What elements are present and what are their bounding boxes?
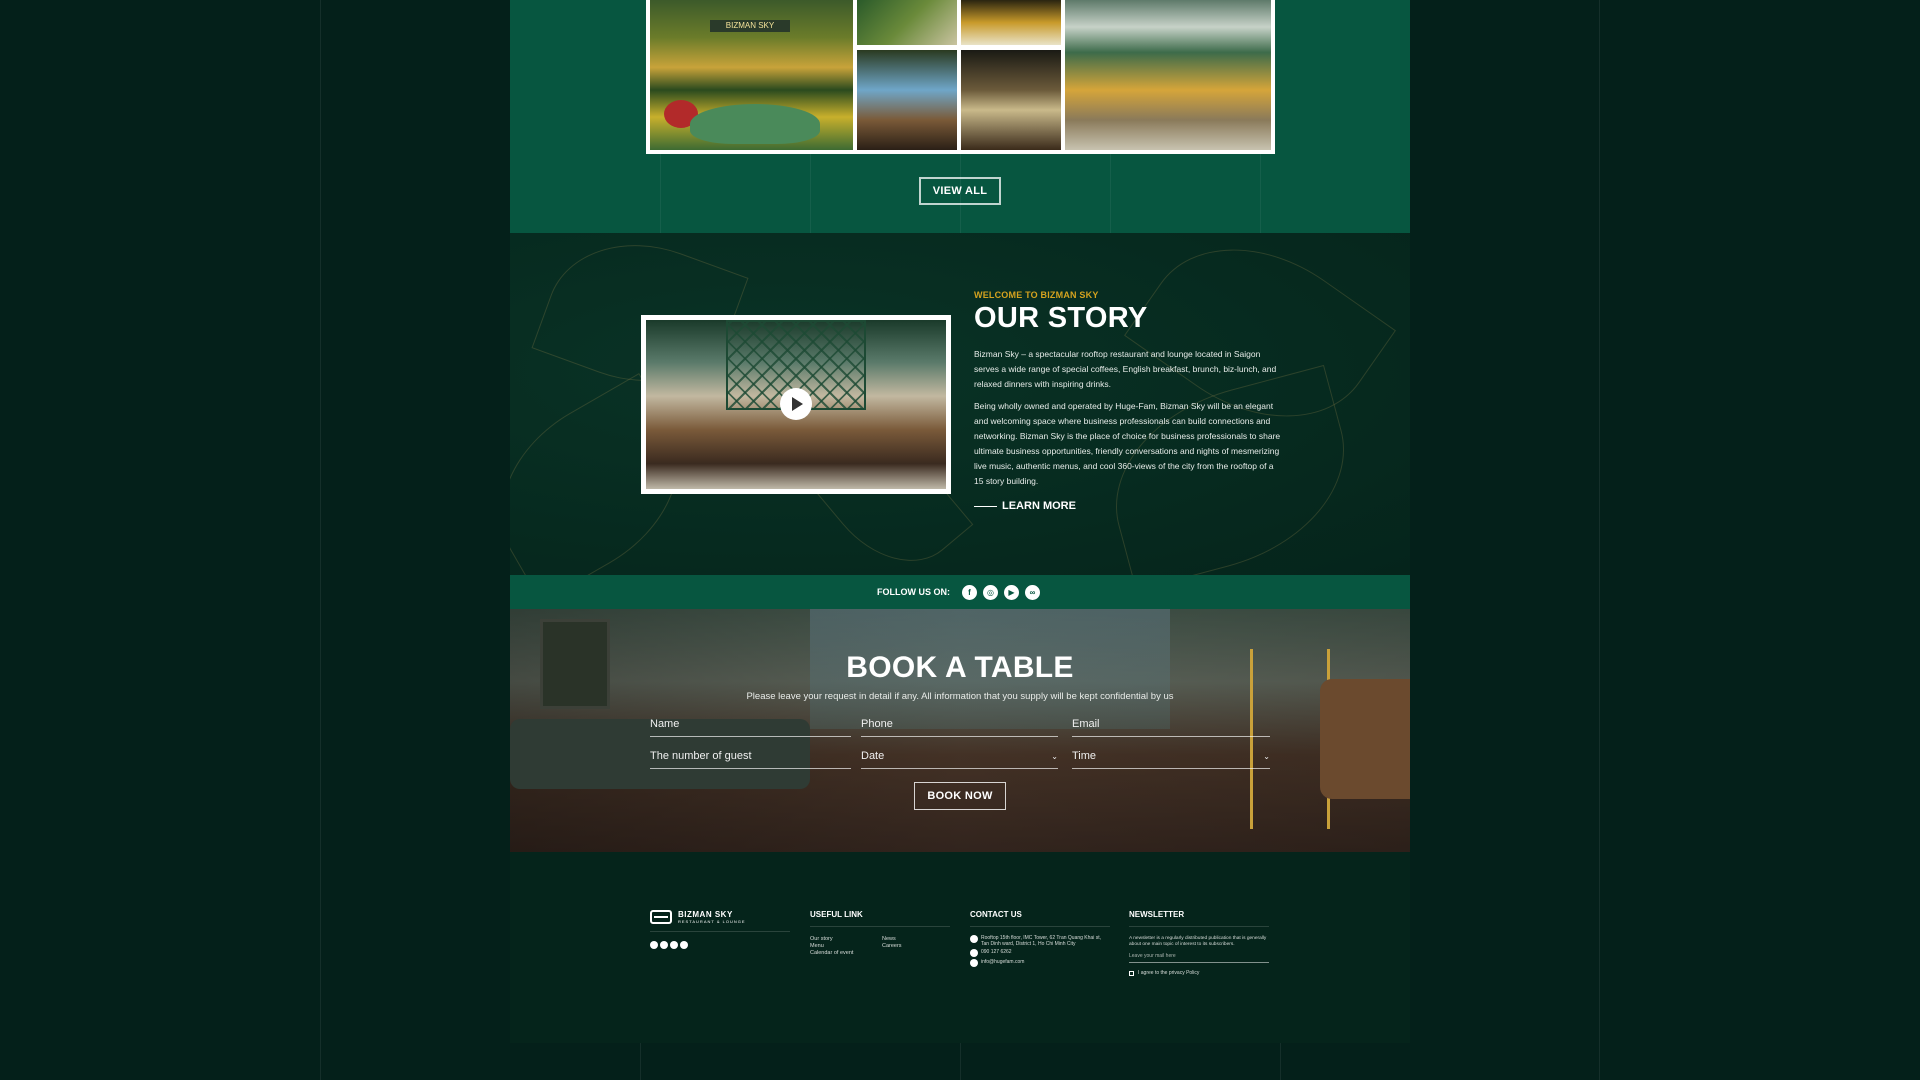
footer: BIZMAN SKY RESTAURANT & LOUNGE USEFUL LI… <box>510 852 1410 1043</box>
gallery-photo-view[interactable] <box>857 50 957 150</box>
logo[interactable]: BIZMAN SKY RESTAURANT & LOUNGE <box>650 910 790 932</box>
instagram-icon[interactable] <box>660 941 668 949</box>
contact-email[interactable]: info@hugefam.com <box>970 959 1110 967</box>
address-text: Rooftop 15th floor, IMC Tower, 62 Tran Q… <box>981 935 1101 947</box>
facebook-icon[interactable]: f <box>962 584 977 600</box>
bar-sign: BIZMAN SKY <box>710 20 790 32</box>
instagram-icon[interactable]: ◎ <box>983 584 998 600</box>
logo-subtext: RESTAURANT & LOUNGE <box>678 919 746 924</box>
story-title: OUR STORY <box>974 302 1148 334</box>
time-placeholder: Time <box>1072 750 1097 762</box>
mail-icon <box>970 959 978 967</box>
gallery-photo-tables[interactable] <box>961 50 1061 150</box>
email-placeholder: Email <box>1072 718 1100 730</box>
privacy-agree-label: I agree to the privacy Policy <box>1138 970 1200 976</box>
phone-text: 090 127 6262 <box>981 949 1012 955</box>
decor-shape <box>690 104 820 144</box>
logo-text: BIZMAN SKY <box>678 910 733 919</box>
learn-more-link[interactable]: LEARN MORE <box>974 500 1284 512</box>
book-now-button[interactable]: BOOK NOW <box>914 782 1006 810</box>
newsletter-email-input[interactable]: Leave your mail here <box>1129 953 1269 963</box>
booking-title: BOOK A TABLE <box>846 651 1074 684</box>
phone-placeholder: Phone <box>861 718 893 730</box>
chevron-down-icon: ⌄ <box>1051 752 1058 761</box>
name-field[interactable]: Name <box>650 715 851 737</box>
booking-subtitle: Please leave your request in detail if a… <box>746 691 1174 702</box>
tripadvisor-icon[interactable] <box>680 941 688 949</box>
youtube-icon[interactable] <box>670 941 678 949</box>
privacy-agree-checkbox[interactable]: I agree to the privacy Policy <box>1129 970 1269 976</box>
facebook-icon[interactable] <box>650 941 658 949</box>
guide-line <box>320 0 321 1080</box>
story-section: WELCOME TO BIZMAN SKY OUR STORY Bizman S… <box>510 233 1410 575</box>
footer-link-careers[interactable]: Careers <box>882 943 942 949</box>
follow-label: FOLLOW US ON: <box>877 587 950 597</box>
contact-address: Rooftop 15th floor, IMC Tower, 62 Tran Q… <box>970 935 1110 947</box>
story-eyebrow: WELCOME TO BIZMAN SKY <box>974 290 1099 300</box>
email-field[interactable]: Email <box>1072 715 1270 737</box>
gallery-photo-bar[interactable]: BIZMAN SKY <box>650 0 853 150</box>
checkbox-icon <box>1129 970 1134 976</box>
view-all-button[interactable]: VIEW ALL <box>919 177 1001 205</box>
date-placeholder: Date <box>861 750 885 762</box>
story-paragraph: Bizman Sky – a spectacular rooftop resta… <box>974 349 1277 389</box>
logo-mark-icon <box>650 910 672 924</box>
story-video[interactable] <box>641 315 951 494</box>
footer-useful-links: USEFUL LINK Our story News Menu Careers … <box>810 910 950 956</box>
location-icon <box>970 935 978 943</box>
page-content: BIZMAN SKY VIEW ALL WELCOME TO BIZMAN SK… <box>510 0 1410 1043</box>
footer-link-our-story[interactable]: Our story <box>810 936 882 942</box>
learn-more-label: LEARN MORE <box>1002 500 1076 512</box>
story-text: WELCOME TO BIZMAN SKY OUR STORY Bizman S… <box>974 290 1284 512</box>
guest-count-field[interactable]: The number of guest <box>650 747 851 769</box>
footer-link-menu[interactable]: Menu <box>810 943 882 949</box>
tripadvisor-icon[interactable]: ∞ <box>1025 584 1040 600</box>
gallery-photo-dining[interactable] <box>1065 0 1271 150</box>
contact-phone[interactable]: 090 127 6262 <box>970 949 1110 957</box>
date-select[interactable]: Date ⌄ <box>861 747 1058 769</box>
footer-newsletter: NEWSLETTER A newsletter is a regularly d… <box>1129 910 1269 976</box>
story-paragraph: Being wholly owned and operated by Huge-… <box>974 401 1281 486</box>
gallery-section: BIZMAN SKY VIEW ALL <box>510 0 1410 233</box>
youtube-icon[interactable]: ▶ <box>1004 584 1019 600</box>
booking-section: BOOK A TABLE Please leave your request i… <box>510 609 1410 852</box>
guide-line <box>1599 0 1600 1080</box>
name-placeholder: Name <box>650 718 680 730</box>
time-select[interactable]: Time ⌄ <box>1072 747 1270 769</box>
phone-field[interactable]: Phone <box>861 715 1058 737</box>
footer-link-news[interactable]: News <box>882 936 942 942</box>
gallery-photo-plants[interactable] <box>857 0 957 45</box>
footer-brand: BIZMAN SKY RESTAURANT & LOUNGE <box>650 910 790 949</box>
logo-wordmark: BIZMAN SKY RESTAURANT & LOUNGE <box>678 910 746 924</box>
follow-bar: FOLLOW US ON: f ◎ ▶ ∞ <box>510 575 1410 609</box>
phone-icon <box>970 949 978 957</box>
newsletter-description: A newsletter is a regularly distributed … <box>1129 936 1267 947</box>
chevron-down-icon: ⌄ <box>1263 752 1270 761</box>
contact-heading: CONTACT US <box>970 910 1110 927</box>
gallery-photo-lights[interactable] <box>961 0 1061 45</box>
play-icon[interactable] <box>780 388 812 420</box>
footer-contact: CONTACT US Rooftop 15th floor, IMC Tower… <box>970 910 1110 967</box>
newsletter-heading: NEWSLETTER <box>1129 910 1269 927</box>
footer-link-calendar[interactable]: Calendar of event <box>810 950 882 956</box>
email-text: info@hugefam.com <box>981 959 1025 965</box>
useful-link-heading: USEFUL LINK <box>810 910 950 927</box>
guest-placeholder: The number of guest <box>650 750 752 762</box>
gallery-grid: BIZMAN SKY <box>646 0 1275 154</box>
footer-social-icons <box>650 941 790 949</box>
dash-icon <box>974 505 997 507</box>
